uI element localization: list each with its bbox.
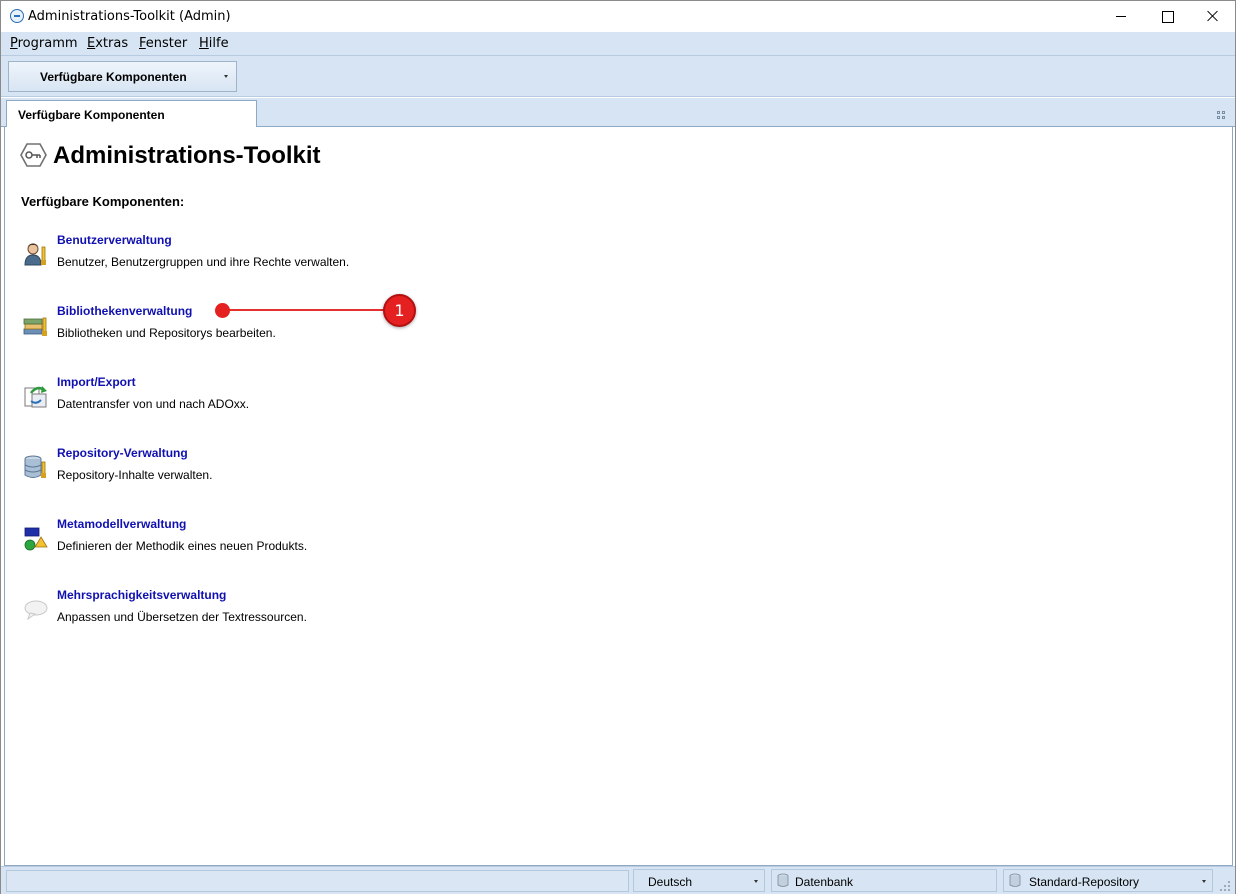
repository-label: Standard-Repository	[1029, 875, 1140, 889]
bibliothekenverwaltung-link[interactable]: Bibliothekenverwaltung	[57, 304, 192, 318]
language-label: Deutsch	[648, 875, 693, 889]
component-import-export: Import/Export Datentransfer von und nach…	[21, 375, 441, 425]
window-title: Administrations-Toolkit (Admin)	[28, 9, 231, 24]
status-message-area	[6, 870, 629, 892]
repository-verwaltung-description: Repository-Inhalte verwalten.	[57, 468, 213, 482]
component-metamodellverwaltung: Metamodellverwaltung Definieren der Meth…	[21, 517, 441, 567]
speech-bubble-icon	[24, 600, 48, 621]
repository-selector[interactable]: Standard-Repository	[1003, 869, 1213, 892]
metamodel-icon	[24, 527, 48, 551]
import-export-icon	[24, 386, 47, 408]
language-selector[interactable]: Deutsch	[633, 869, 765, 892]
page-title: Administrations-Toolkit	[53, 142, 321, 169]
import-export-description: Datentransfer von und nach ADOxx.	[57, 397, 250, 411]
component-mehrsprachigkeitsverwaltung: Mehrsprachigkeitsverwaltung Anpassen und…	[21, 588, 441, 638]
close-button[interactable]	[1190, 1, 1236, 32]
app-logo-icon	[10, 9, 24, 23]
maximize-button[interactable]	[1144, 1, 1190, 32]
component-selector-dropdown[interactable]: Verfügbare Komponenten	[8, 61, 237, 92]
repository-db-icon	[1009, 873, 1021, 887]
chevron-down-icon	[1202, 880, 1206, 883]
database-label: Datenbank	[795, 875, 854, 889]
callout-line	[222, 309, 387, 311]
user-admin-icon	[24, 243, 46, 266]
callout-number-badge: 1	[383, 294, 416, 327]
component-selector-label: Verfügbare Komponenten	[40, 70, 187, 84]
metamodellverwaltung-description: Definieren der Methodik eines neuen Prod…	[57, 539, 308, 553]
resize-grip-icon[interactable]	[1219, 880, 1231, 892]
key-hexagon-icon	[20, 143, 47, 167]
repository-icon	[24, 455, 46, 478]
bibliothekenverwaltung-description: Bibliotheken und Repositorys bearbeiten.	[57, 326, 276, 340]
menu-label: ilfe	[208, 36, 229, 51]
repository-verwaltung-link[interactable]: Repository-Verwaltung	[57, 446, 188, 460]
status-bar: Deutsch Datenbank Standard-Repository	[1, 866, 1235, 894]
menu-mnemonic: E	[87, 36, 96, 51]
mehrsprachigkeitsverwaltung-description: Anpassen und Übersetzen der Textressourc…	[57, 610, 307, 624]
app-window: Administrations-Toolkit (Admin) Programm…	[0, 0, 1236, 894]
title-bar: Administrations-Toolkit (Admin)	[1, 1, 1235, 32]
tab-strip: Verfügbare Komponenten	[1, 98, 1235, 128]
section-title: Verfügbare Komponenten:	[21, 194, 185, 209]
menu-programm[interactable]: Programm	[10, 36, 78, 51]
chevron-down-icon	[754, 880, 758, 883]
import-export-link[interactable]: Import/Export	[57, 375, 136, 389]
menu-label: enster	[145, 36, 188, 51]
main-content: Administrations-Toolkit Verfügbare Kompo…	[4, 127, 1233, 866]
menu-extras[interactable]: Extras	[87, 36, 128, 51]
library-icon	[23, 317, 47, 336]
component-bibliothekenverwaltung: Bibliothekenverwaltung Bibliotheken und …	[21, 304, 441, 354]
benutzerverwaltung-description: Benutzer, Benutzergruppen und ihre Recht…	[57, 255, 350, 269]
component-benutzerverwaltung: Benutzerverwaltung Benutzer, Benutzergru…	[21, 233, 441, 283]
database-icon	[777, 873, 789, 887]
chevron-down-icon	[224, 75, 228, 78]
callout-anchor-dot	[215, 303, 230, 318]
metamodellverwaltung-link[interactable]: Metamodellverwaltung	[57, 517, 186, 531]
menu-hilfe[interactable]: Hilfe	[199, 36, 229, 51]
component-repository-verwaltung: Repository-Verwaltung Repository-Inhalte…	[21, 446, 441, 496]
menu-label: rogramm	[17, 36, 78, 51]
database-indicator: Datenbank	[771, 869, 997, 892]
tab-list-icon[interactable]	[1217, 111, 1226, 120]
tab-label: Verfügbare Komponenten	[18, 108, 165, 122]
tab-verfuegbare-komponenten[interactable]: Verfügbare Komponenten	[6, 100, 257, 128]
menu-label: xtras	[95, 36, 129, 51]
benutzerverwaltung-link[interactable]: Benutzerverwaltung	[57, 233, 172, 247]
menu-fenster[interactable]: Fenster	[139, 36, 187, 51]
menu-mnemonic: F	[139, 36, 146, 51]
menu-mnemonic: H	[199, 36, 209, 51]
toolbar: Verfügbare Komponenten	[1, 55, 1235, 97]
menu-mnemonic: P	[10, 36, 18, 51]
mehrsprachigkeitsverwaltung-link[interactable]: Mehrsprachigkeitsverwaltung	[57, 588, 226, 602]
menu-bar: Programm Extras Fenster Hilfe	[1, 32, 1235, 55]
minimize-button[interactable]	[1098, 1, 1144, 32]
